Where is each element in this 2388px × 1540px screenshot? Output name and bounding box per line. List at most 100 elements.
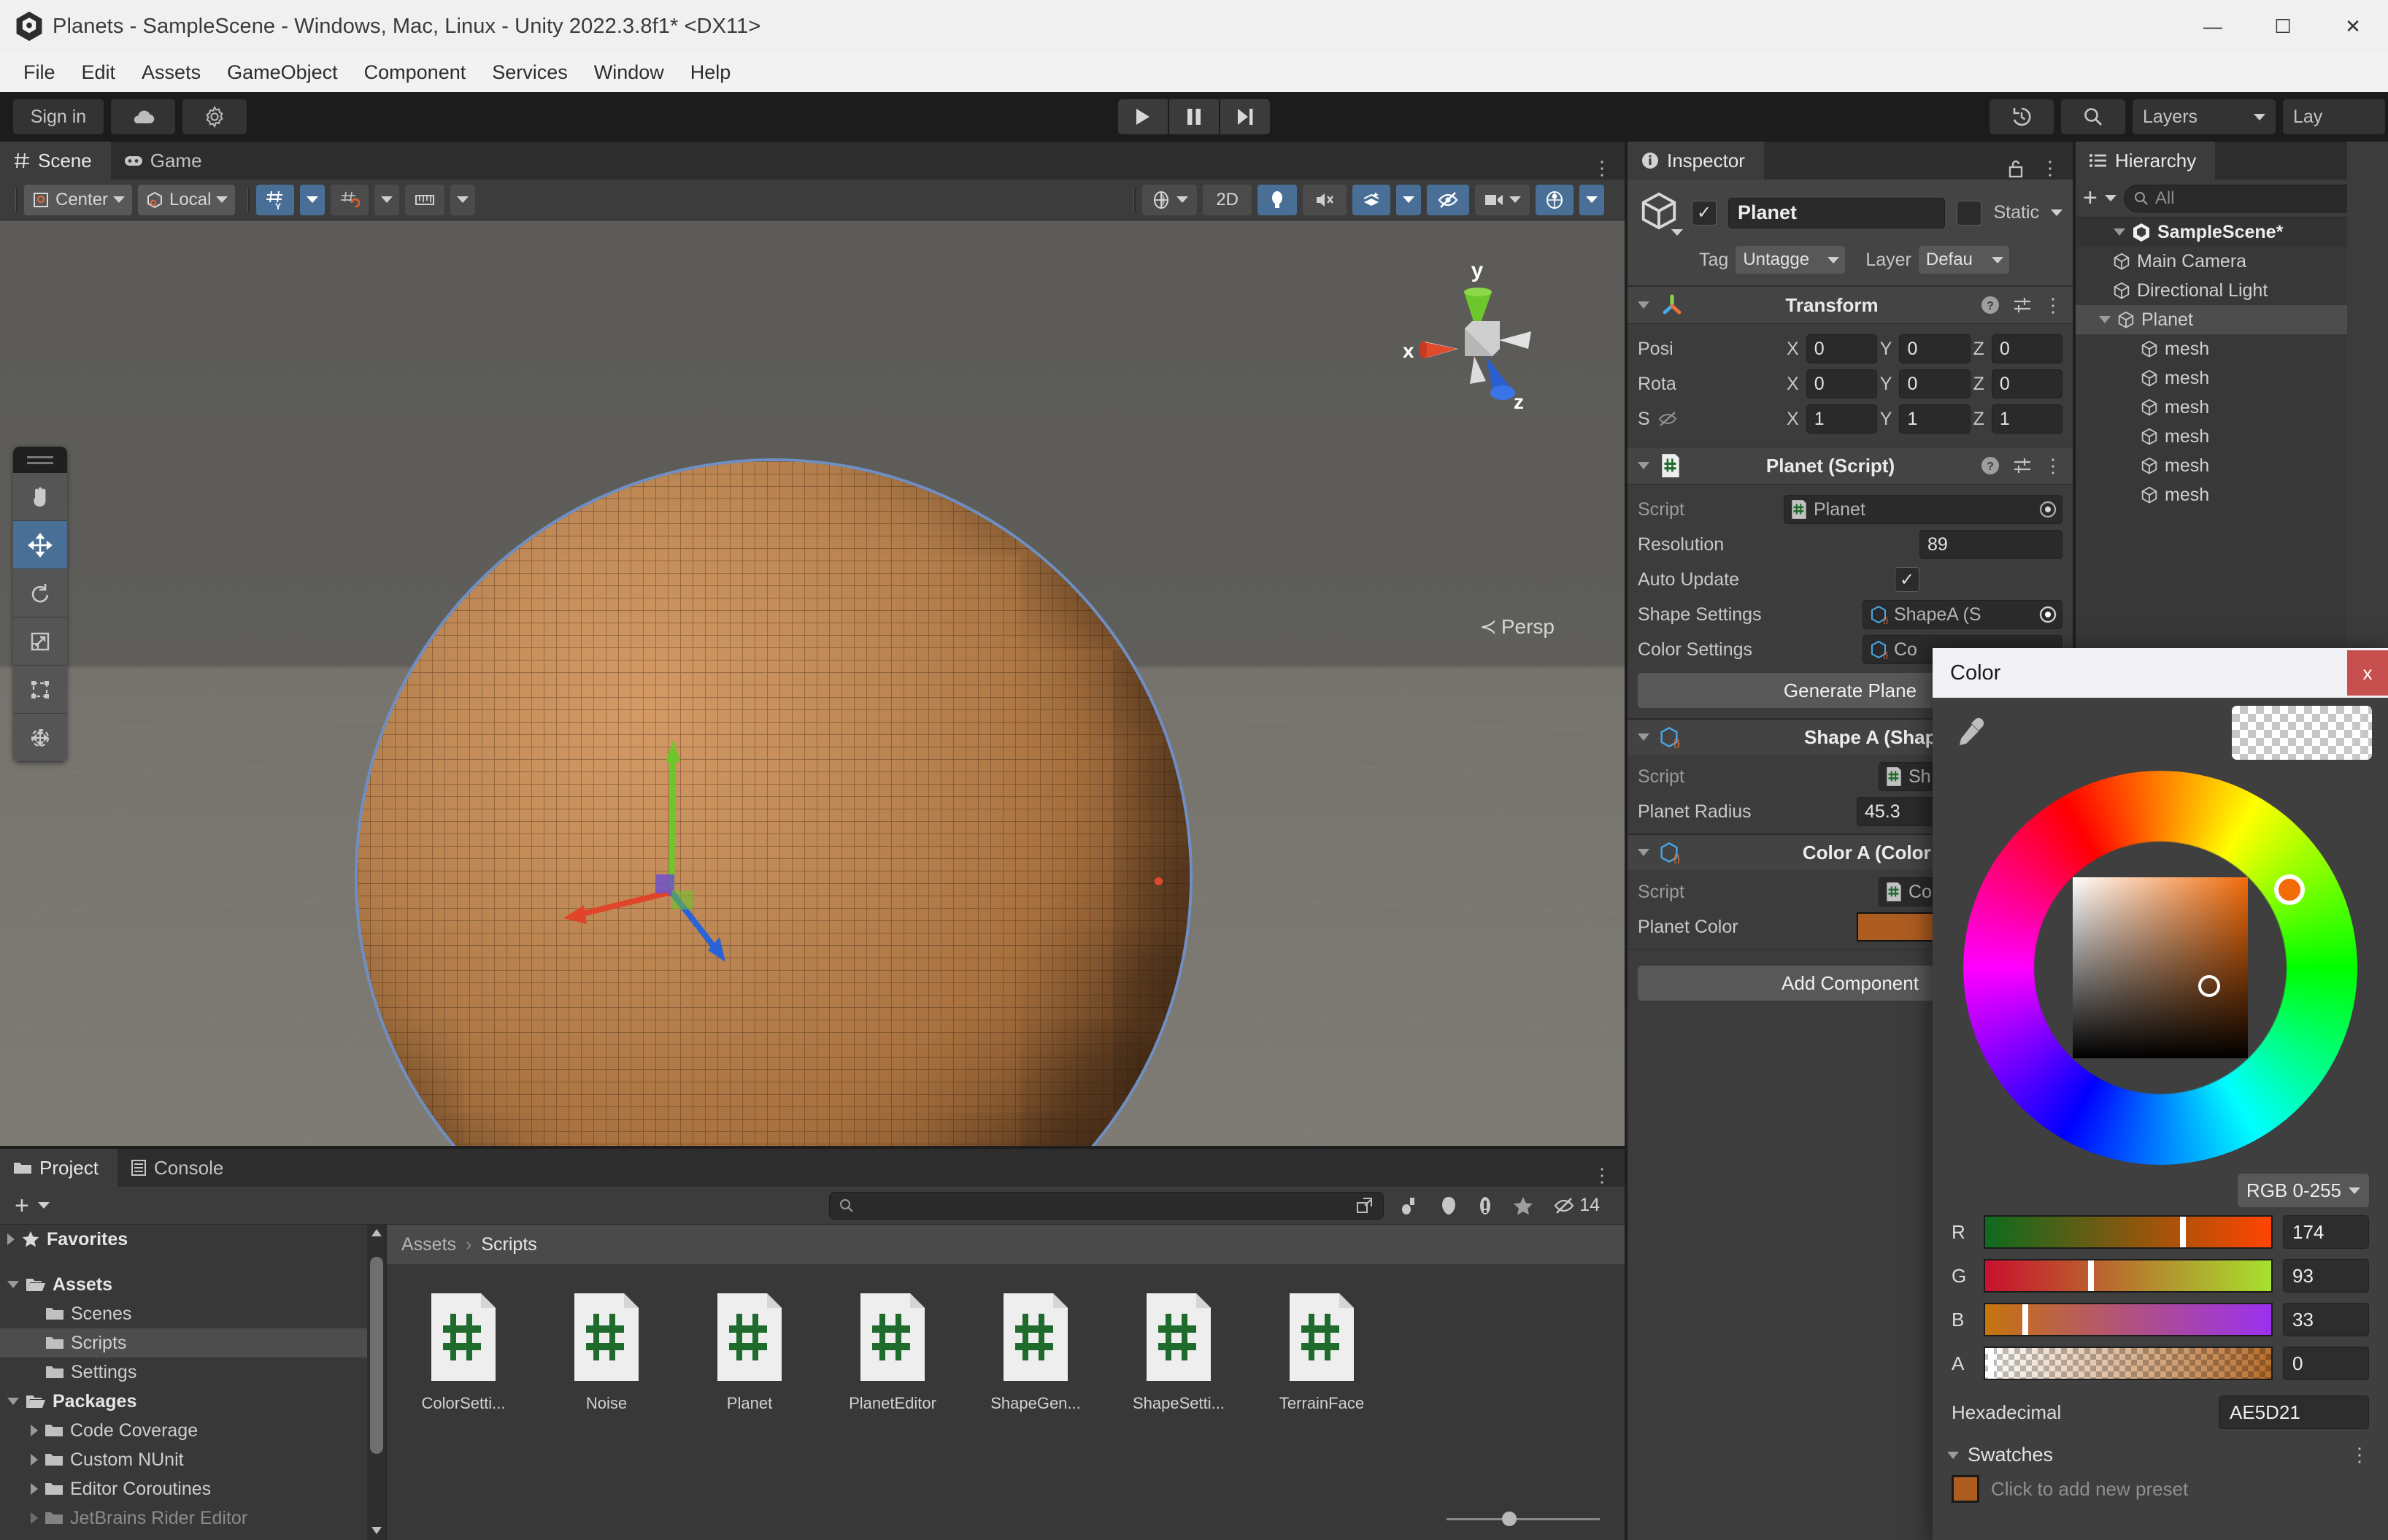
asset-item[interactable]: ColorSetti... (409, 1290, 518, 1413)
menu-component[interactable]: Component (351, 57, 479, 88)
hierarchy-item-main-camera[interactable]: Main Camera (2076, 247, 2388, 276)
undo-history-button[interactable] (1990, 99, 2054, 134)
tree-item-code-coverage[interactable]: Code Coverage (0, 1416, 386, 1445)
tree-item-editor-coroutines[interactable]: Editor Coroutines (0, 1474, 386, 1504)
channel-b-slider[interactable] (1984, 1303, 2273, 1336)
tab-inspector[interactable]: Inspector (1628, 142, 1764, 180)
menu-edit[interactable]: Edit (69, 57, 129, 88)
scale-y-input[interactable]: 1 (1899, 404, 1971, 434)
chevron-down-icon[interactable] (37, 1202, 50, 1209)
inspector-menu-icon[interactable]: ⋮ (2041, 157, 2060, 180)
hidden-count-indicator[interactable]: 14 (1553, 1195, 1600, 1216)
planet-script-menu-icon[interactable]: ⋮ (2044, 455, 2062, 477)
pivot-mode-dropdown[interactable]: Center (24, 184, 133, 215)
play-button[interactable] (1118, 99, 1168, 134)
tab-hierarchy[interactable]: Hierarchy (2076, 142, 2216, 180)
channel-g-slider[interactable] (1984, 1259, 2273, 1293)
scale-tool-button[interactable] (13, 617, 67, 666)
chevron-down-icon[interactable] (2051, 209, 2062, 216)
tree-item-scripts[interactable]: Scripts (0, 1328, 386, 1358)
snap-increment-button[interactable] (331, 184, 369, 215)
color-picker-titlebar[interactable]: Color x (1933, 648, 2388, 698)
asset-item[interactable]: ShapeGen... (981, 1290, 1090, 1413)
hierarchy-item-mesh[interactable]: mesh (2076, 451, 2388, 480)
swatch-add-row[interactable]: Click to add new preset (1933, 1466, 2388, 1512)
channel-b-input[interactable]: 33 (2283, 1303, 2369, 1336)
move-tool-button[interactable] (13, 521, 67, 569)
asset-item[interactable]: TerrainFace (1267, 1290, 1376, 1413)
minimize-button[interactable]: — (2178, 0, 2248, 53)
menu-help[interactable]: Help (677, 57, 744, 88)
slider-thumb[interactable] (2088, 1260, 2095, 1291)
chevron-down-icon[interactable] (1638, 462, 1649, 469)
search-button[interactable] (2061, 99, 2125, 134)
swatches-header[interactable]: Swatches ⋮ (1933, 1433, 2388, 1466)
layer-dropdown[interactable]: Defau (1918, 246, 2009, 274)
close-button[interactable]: ✕ (2318, 0, 2388, 53)
effects-toggle[interactable] (1352, 184, 1390, 215)
rect-tool-button[interactable] (13, 666, 67, 714)
chevron-down-icon[interactable] (2104, 195, 2117, 201)
auto-update-checkbox[interactable]: ✓ (1895, 567, 1919, 592)
effects-dropdown[interactable] (1396, 184, 1421, 215)
hierarchy-item-samplescene[interactable]: SampleScene* (2076, 217, 2388, 247)
move-gizmo[interactable] (562, 724, 796, 987)
scroll-thumb[interactable] (370, 1257, 383, 1454)
chevron-down-icon[interactable] (2114, 228, 2125, 236)
chevron-down-icon[interactable] (1638, 849, 1649, 856)
hierarchy-item-mesh[interactable]: mesh (2076, 480, 2388, 509)
pause-button[interactable] (1169, 99, 1219, 134)
channel-a-slider[interactable] (1984, 1347, 2273, 1380)
slider-thumb[interactable] (2022, 1304, 2028, 1335)
tab-project[interactable]: Project (0, 1149, 118, 1187)
mode-2d-button[interactable]: 2D (1203, 184, 1252, 215)
constrain-proportions-icon[interactable] (1657, 410, 1679, 428)
tree-item-jetbrains-rider-editor[interactable]: JetBrains Rider Editor (0, 1504, 386, 1533)
add-gameobject-button[interactable]: + (2083, 185, 2098, 210)
tree-item-assets[interactable]: Assets (0, 1270, 386, 1299)
eyedropper-button[interactable] (1949, 711, 1992, 755)
asset-item[interactable]: Planet (695, 1290, 804, 1413)
tree-item-settings[interactable]: Settings (0, 1358, 386, 1387)
shape-settings-objectfield[interactable]: {} ShapeA (S (1863, 600, 2062, 629)
scene-panel-menu[interactable]: ⋮ (1592, 157, 1611, 180)
hue-cursor[interactable] (2274, 874, 2305, 905)
hierarchy-search-input[interactable]: All (2123, 184, 2381, 212)
object-picker-icon[interactable] (2034, 496, 2062, 523)
slider-thumb[interactable] (1987, 1348, 1994, 1379)
rotation-y-input[interactable]: 0 (1899, 369, 1971, 399)
snap-dropdown[interactable] (374, 184, 400, 215)
tab-console[interactable]: Console (118, 1149, 242, 1187)
breadcrumb-assets[interactable]: Assets (401, 1234, 456, 1255)
chevron-down-icon[interactable] (2099, 316, 2111, 323)
menu-file[interactable]: File (10, 57, 69, 88)
filter-label-icon[interactable] (1439, 1196, 1458, 1216)
tools-drag-handle[interactable] (13, 447, 67, 473)
color-wheel[interactable] (1963, 771, 2357, 1165)
chevron-down-icon[interactable] (1638, 734, 1649, 741)
hex-input[interactable]: AE5D21 (2219, 1395, 2369, 1429)
chevron-down-icon[interactable] (1947, 1451, 1959, 1459)
asset-item[interactable]: PlanetEditor (838, 1290, 947, 1413)
tab-game[interactable]: Game (111, 142, 221, 180)
step-button[interactable] (1220, 99, 1270, 134)
grid-visibility-button[interactable]: Y (256, 184, 295, 215)
sign-in-button[interactable]: Sign in (13, 99, 104, 134)
lighting-toggle[interactable] (1257, 184, 1297, 215)
ruler-dropdown[interactable] (450, 184, 476, 215)
saturation-value-square[interactable] (2073, 877, 2248, 1058)
gizmos-dropdown[interactable] (1579, 184, 1604, 215)
new-preset-swatch[interactable] (1952, 1475, 1979, 1503)
channel-a-input[interactable]: 0 (2283, 1347, 2369, 1380)
filter-warning-icon[interactable] (1477, 1196, 1493, 1216)
maximize-button[interactable]: ☐ (2248, 0, 2318, 53)
resolution-input[interactable]: 89 (1919, 530, 2062, 559)
scene-viewport[interactable]: y x z ≺ Persp (0, 220, 1625, 1146)
sv-cursor[interactable] (2198, 975, 2220, 997)
position-y-input[interactable]: 0 (1899, 334, 1971, 363)
asset-item[interactable]: Noise (552, 1290, 661, 1413)
filter-favorite-icon[interactable] (1512, 1196, 1534, 1216)
static-checkbox[interactable] (1957, 200, 1982, 226)
layout-dropdown[interactable]: Lay (2283, 99, 2385, 134)
preset-icon[interactable] (2011, 294, 2033, 316)
